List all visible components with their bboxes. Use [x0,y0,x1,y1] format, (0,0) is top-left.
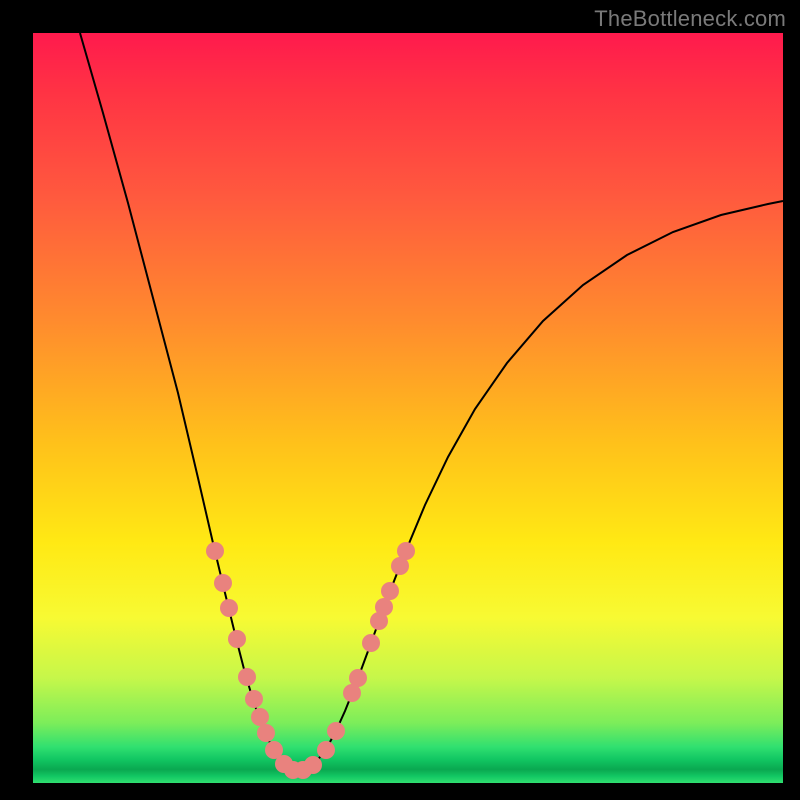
curve-marker [257,724,275,742]
curve-marker [206,542,224,560]
watermark-text: TheBottleneck.com [594,6,786,32]
curve-marker [349,669,367,687]
chart-frame: TheBottleneck.com [0,0,800,800]
curve-marker [214,574,232,592]
marker-group [206,542,415,779]
curve-marker [304,756,322,774]
curve-svg [33,33,783,783]
bottleneck-curve [80,33,783,771]
curve-marker [375,598,393,616]
curve-marker [362,634,380,652]
curve-marker [228,630,246,648]
curve-marker [397,542,415,560]
curve-marker [245,690,263,708]
curve-marker [220,599,238,617]
curve-marker [317,741,335,759]
curve-marker [381,582,399,600]
curve-marker [238,668,256,686]
curve-marker [251,708,269,726]
curve-marker [327,722,345,740]
plot-area [33,33,783,783]
